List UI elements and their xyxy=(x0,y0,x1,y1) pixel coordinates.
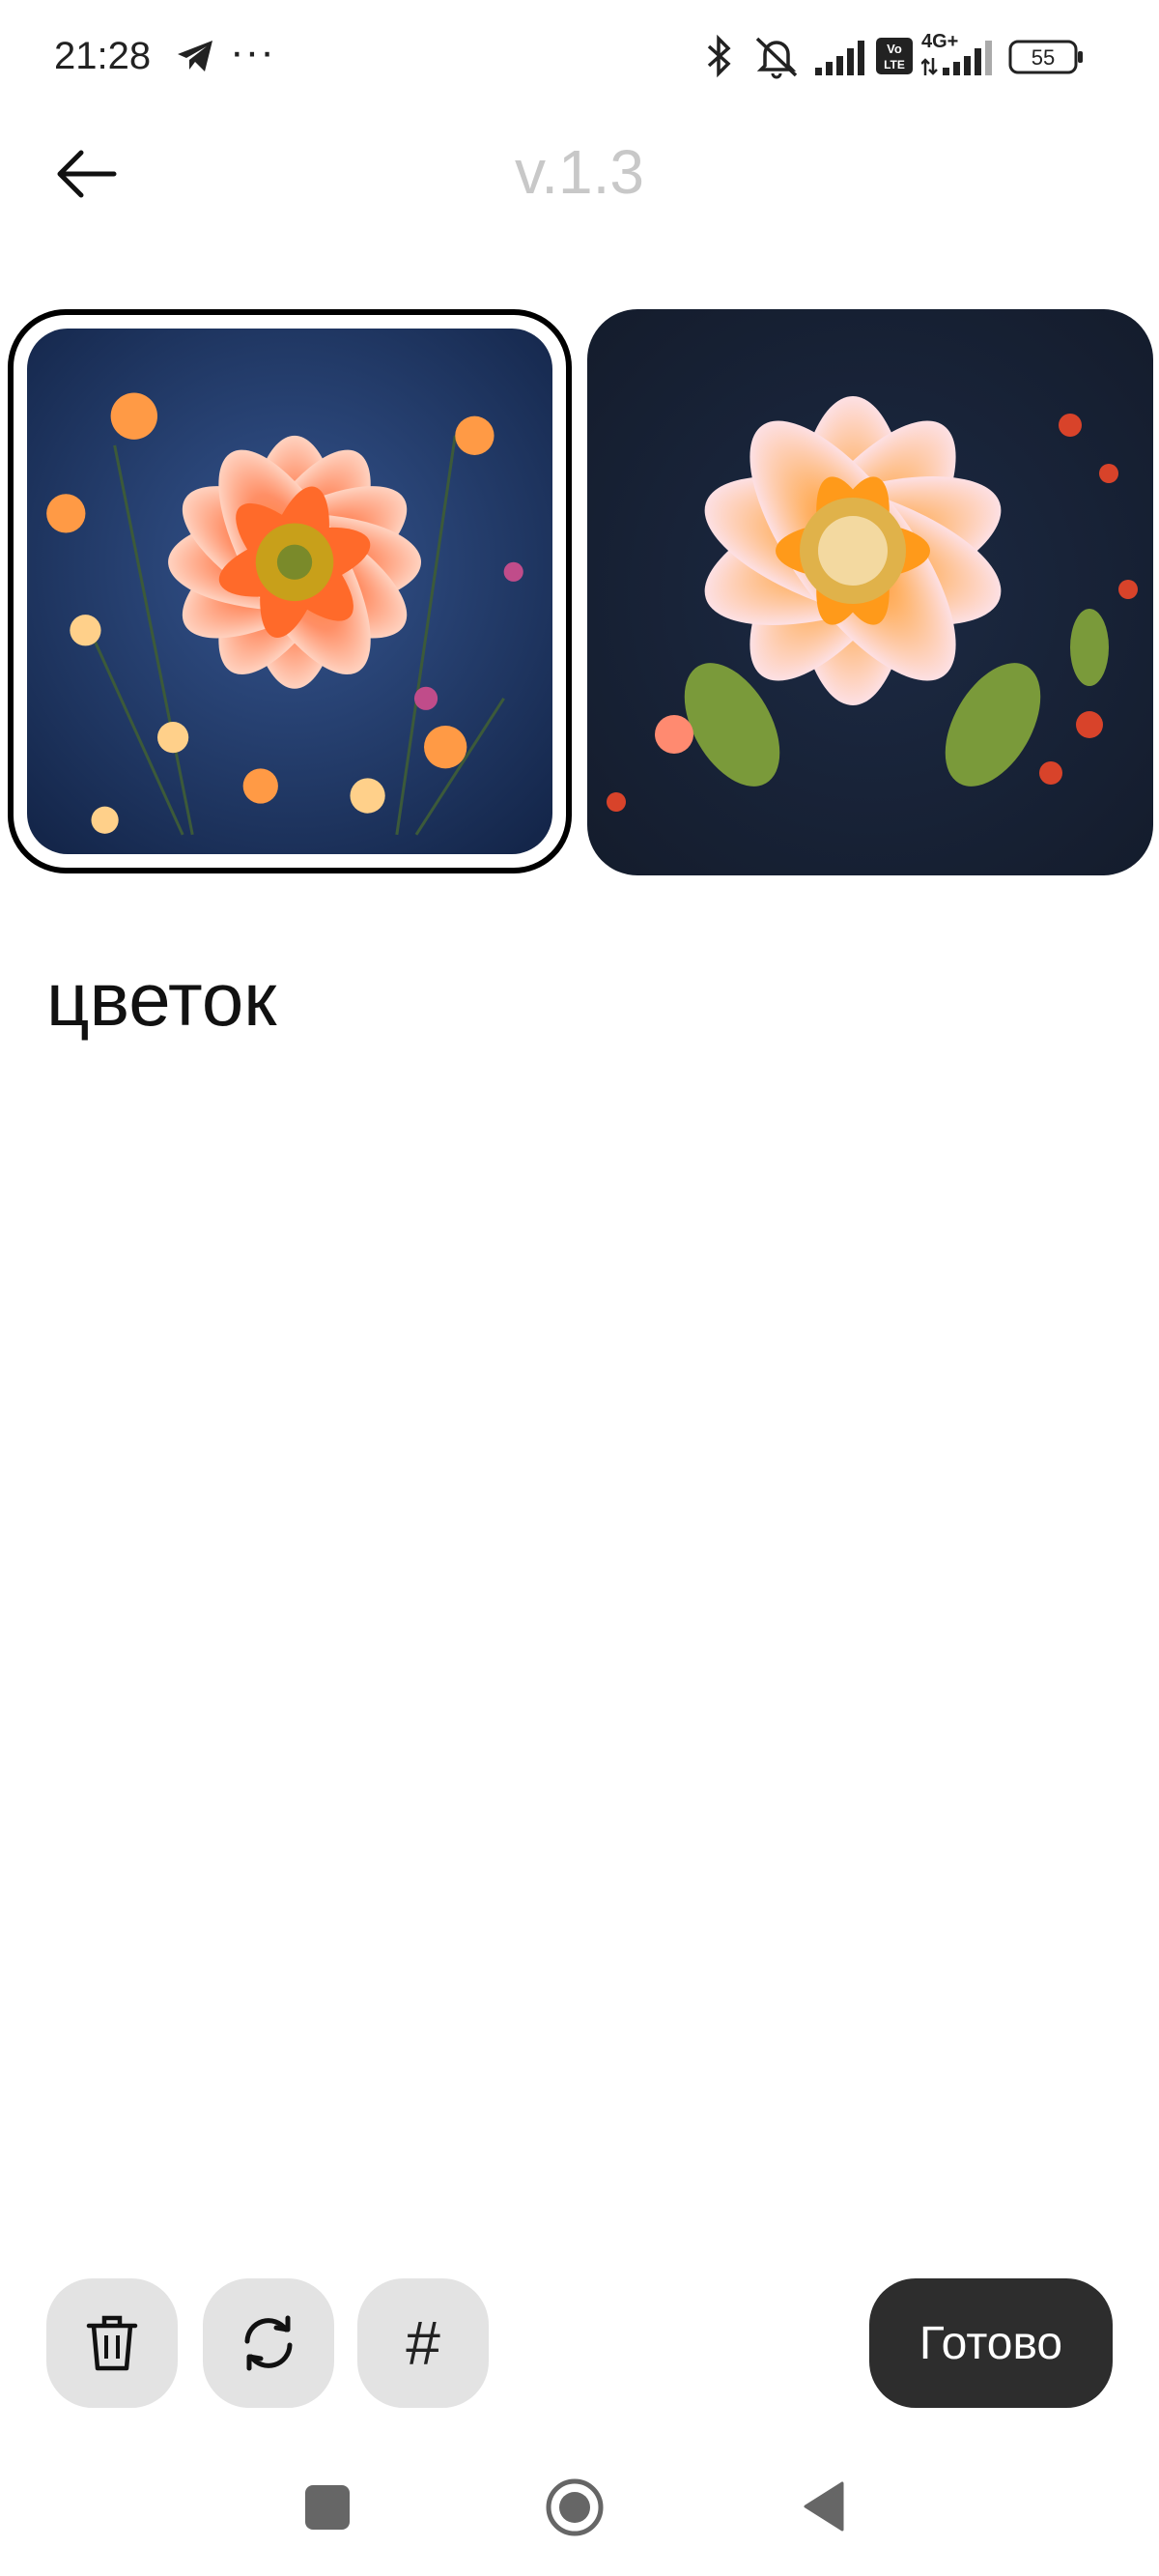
version-label: v.1.3 xyxy=(515,137,644,207)
refresh-icon xyxy=(244,2315,293,2371)
flower-image-1-picture xyxy=(27,329,552,854)
bluetooth-icon xyxy=(703,33,734,79)
battery-icon: 55 xyxy=(1008,39,1086,75)
done-button[interactable]: Готово xyxy=(869,2278,1113,2408)
recents-icon[interactable] xyxy=(305,2485,350,2530)
signal-4g-icon xyxy=(920,33,997,79)
hashtag-button[interactable]: # xyxy=(357,2278,489,2408)
battery-level: 55 xyxy=(1032,45,1055,70)
volte-icon: Vo LTE xyxy=(875,37,914,75)
regenerate-button[interactable] xyxy=(203,2278,334,2408)
flower-image-2[interactable] xyxy=(587,309,1153,875)
trash-icon xyxy=(86,2315,138,2371)
signal-icon xyxy=(813,33,869,79)
telegram-icon xyxy=(176,39,214,73)
back-triangle-icon[interactable] xyxy=(802,2479,846,2533)
svg-text:LTE: LTE xyxy=(884,58,905,72)
flower-image-1[interactable] xyxy=(8,309,572,873)
bell-muted-icon xyxy=(751,33,802,79)
flower-image-2-picture xyxy=(587,309,1153,875)
prompt-text[interactable]: цветок xyxy=(46,951,276,1047)
delete-button[interactable] xyxy=(46,2278,178,2408)
home-icon[interactable] xyxy=(545,2477,605,2537)
svg-text:Vo: Vo xyxy=(887,42,902,56)
more-notifications: ··· xyxy=(230,28,275,75)
status-time: 21:28 xyxy=(54,35,152,77)
